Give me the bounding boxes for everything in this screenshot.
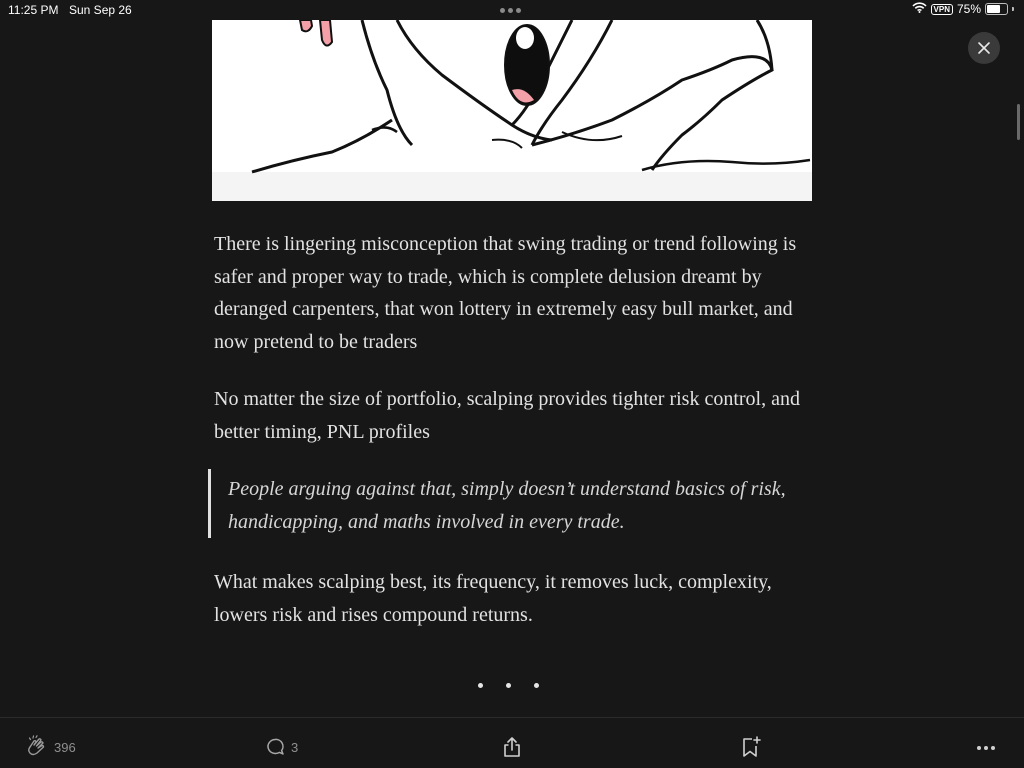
scrollbar[interactable] [1017, 104, 1020, 140]
multitask-dot [516, 8, 521, 13]
bookmark-button[interactable] [741, 736, 761, 758]
battery-icon [985, 3, 1008, 15]
share-icon [504, 737, 520, 757]
divider-dot [478, 683, 483, 688]
battery-cap [1012, 7, 1014, 11]
battery-level [987, 5, 1000, 13]
more-options-icon[interactable] [977, 746, 995, 750]
reader-screen: 11:25 PM Sun Sep 26 VPN 75% There is lin… [0, 0, 1024, 768]
clap-count: 396 [54, 739, 76, 755]
share-button[interactable] [502, 736, 522, 758]
clap-icon [28, 735, 45, 756]
more-dot [984, 746, 988, 750]
multitasking-indicator[interactable] [500, 8, 521, 13]
more-dot [977, 746, 981, 750]
bottom-toolbar: 396 3 [0, 717, 1024, 768]
response-count: 3 [291, 739, 299, 755]
responses-button[interactable]: 3 [265, 737, 298, 757]
status-date: Sun Sep 26 [69, 3, 132, 17]
status-indicators: VPN 75% [911, 2, 1014, 16]
status-bar: 11:25 PM Sun Sep 26 VPN 75% [0, 0, 1024, 20]
article-paragraph: There is lingering misconception that sw… [214, 233, 797, 353]
wifi-icon [911, 2, 927, 16]
multitask-dot [500, 8, 505, 13]
article-pullquote: People arguing against that, simply does… [228, 478, 786, 533]
divider-dot [534, 683, 539, 688]
vpn-badge: VPN [930, 3, 953, 15]
section-divider [478, 683, 539, 688]
battery-percent: 75% [956, 2, 981, 16]
bookmark-add-icon [743, 736, 761, 757]
article-paragraph: No matter the size of portfolio, scalpin… [214, 388, 800, 443]
divider-dot [506, 683, 511, 688]
pullquote-bar [208, 469, 211, 538]
close-icon [978, 42, 990, 54]
article-paragraph: What makes scalping best, its frequency,… [214, 571, 772, 626]
multitask-dot [508, 8, 513, 13]
clap-button[interactable]: 396 [24, 735, 76, 759]
status-time: 11:25 PM [8, 3, 59, 17]
more-dot [991, 746, 995, 750]
close-button[interactable] [968, 32, 1000, 64]
article-image [212, 20, 812, 201]
comment-bubble-icon [267, 738, 284, 755]
